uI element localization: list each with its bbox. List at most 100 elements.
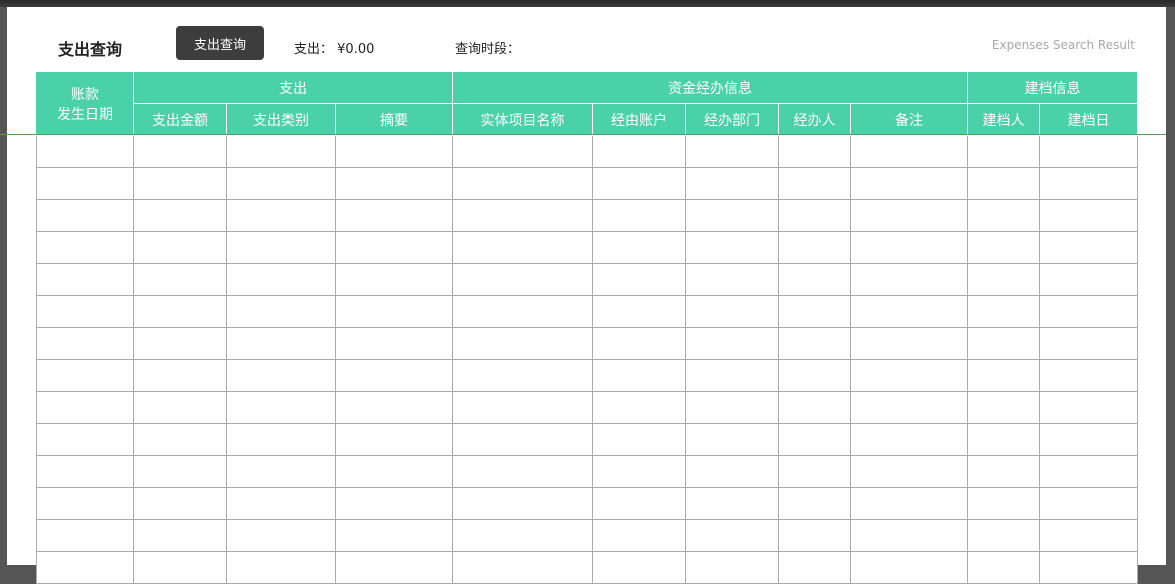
table-cell[interactable] — [226, 327, 336, 360]
table-cell[interactable] — [133, 263, 227, 296]
table-cell[interactable] — [850, 167, 968, 200]
table-cell[interactable] — [592, 263, 686, 296]
table-cell[interactable] — [226, 263, 336, 296]
table-cell[interactable] — [685, 423, 779, 456]
table-cell[interactable] — [133, 423, 227, 456]
table-cell[interactable] — [967, 423, 1040, 456]
table-cell[interactable] — [226, 519, 336, 552]
table-cell[interactable] — [452, 391, 593, 424]
table-cell[interactable] — [685, 487, 779, 520]
table-cell[interactable] — [133, 327, 227, 360]
table-cell[interactable] — [778, 263, 851, 296]
table-cell[interactable] — [850, 551, 968, 584]
table-cell[interactable] — [226, 135, 336, 168]
table-cell[interactable] — [452, 199, 593, 232]
table-cell[interactable] — [685, 455, 779, 488]
table-cell[interactable] — [452, 135, 593, 168]
table-cell[interactable] — [967, 135, 1040, 168]
table-cell[interactable] — [967, 487, 1040, 520]
table-cell[interactable] — [335, 295, 453, 328]
table-cell[interactable] — [133, 487, 227, 520]
table-cell[interactable] — [778, 551, 851, 584]
table-cell[interactable] — [685, 551, 779, 584]
table-cell[interactable] — [1039, 199, 1138, 232]
table-cell[interactable] — [36, 135, 134, 168]
table-cell[interactable] — [133, 455, 227, 488]
table-cell[interactable] — [133, 135, 227, 168]
table-cell[interactable] — [335, 423, 453, 456]
table-cell[interactable] — [778, 359, 851, 392]
table-cell[interactable] — [778, 455, 851, 488]
table-cell[interactable] — [685, 391, 779, 424]
table-cell[interactable] — [133, 295, 227, 328]
table-cell[interactable] — [226, 423, 336, 456]
table-cell[interactable] — [685, 135, 779, 168]
table-cell[interactable] — [452, 487, 593, 520]
table-cell[interactable] — [36, 391, 134, 424]
table-cell[interactable] — [335, 135, 453, 168]
table-cell[interactable] — [967, 167, 1040, 200]
table-cell[interactable] — [36, 263, 134, 296]
table-cell[interactable] — [1039, 551, 1138, 584]
table-cell[interactable] — [452, 423, 593, 456]
table-cell[interactable] — [967, 199, 1040, 232]
table-cell[interactable] — [685, 167, 779, 200]
table-cell[interactable] — [778, 231, 851, 264]
table-cell[interactable] — [335, 199, 453, 232]
table-cell[interactable] — [226, 199, 336, 232]
table-cell[interactable] — [133, 199, 227, 232]
table-cell[interactable] — [36, 455, 134, 488]
table-cell[interactable] — [226, 359, 336, 392]
table-cell[interactable] — [850, 135, 968, 168]
table-cell[interactable] — [967, 519, 1040, 552]
table-cell[interactable] — [133, 359, 227, 392]
table-cell[interactable] — [1039, 263, 1138, 296]
table-cell[interactable] — [850, 327, 968, 360]
table-cell[interactable] — [1039, 167, 1138, 200]
table-cell[interactable] — [226, 455, 336, 488]
table-cell[interactable] — [967, 295, 1040, 328]
table-cell[interactable] — [850, 231, 968, 264]
table-cell[interactable] — [226, 391, 336, 424]
table-cell[interactable] — [36, 519, 134, 552]
table-cell[interactable] — [335, 231, 453, 264]
table-cell[interactable] — [685, 199, 779, 232]
table-cell[interactable] — [36, 487, 134, 520]
table-cell[interactable] — [1039, 295, 1138, 328]
table-cell[interactable] — [226, 551, 336, 584]
table-cell[interactable] — [1039, 487, 1138, 520]
table-cell[interactable] — [850, 423, 968, 456]
table-cell[interactable] — [850, 487, 968, 520]
table-cell[interactable] — [592, 327, 686, 360]
table-cell[interactable] — [335, 487, 453, 520]
table-cell[interactable] — [685, 327, 779, 360]
table-cell[interactable] — [967, 231, 1040, 264]
table-cell[interactable] — [335, 391, 453, 424]
table-cell[interactable] — [967, 359, 1040, 392]
table-cell[interactable] — [592, 135, 686, 168]
table-cell[interactable] — [335, 167, 453, 200]
table-cell[interactable] — [1039, 423, 1138, 456]
table-cell[interactable] — [452, 263, 593, 296]
table-cell[interactable] — [226, 231, 336, 264]
table-cell[interactable] — [335, 327, 453, 360]
table-cell[interactable] — [133, 231, 227, 264]
table-cell[interactable] — [452, 167, 593, 200]
table-cell[interactable] — [592, 423, 686, 456]
table-cell[interactable] — [335, 455, 453, 488]
table-cell[interactable] — [36, 423, 134, 456]
table-cell[interactable] — [778, 135, 851, 168]
table-cell[interactable] — [685, 359, 779, 392]
table-cell[interactable] — [335, 551, 453, 584]
table-cell[interactable] — [226, 295, 336, 328]
table-cell[interactable] — [226, 167, 336, 200]
table-cell[interactable] — [36, 327, 134, 360]
table-cell[interactable] — [592, 391, 686, 424]
table-cell[interactable] — [778, 327, 851, 360]
table-cell[interactable] — [778, 487, 851, 520]
table-cell[interactable] — [36, 359, 134, 392]
table-cell[interactable] — [1039, 455, 1138, 488]
table-cell[interactable] — [778, 295, 851, 328]
table-cell[interactable] — [1039, 359, 1138, 392]
table-cell[interactable] — [592, 199, 686, 232]
